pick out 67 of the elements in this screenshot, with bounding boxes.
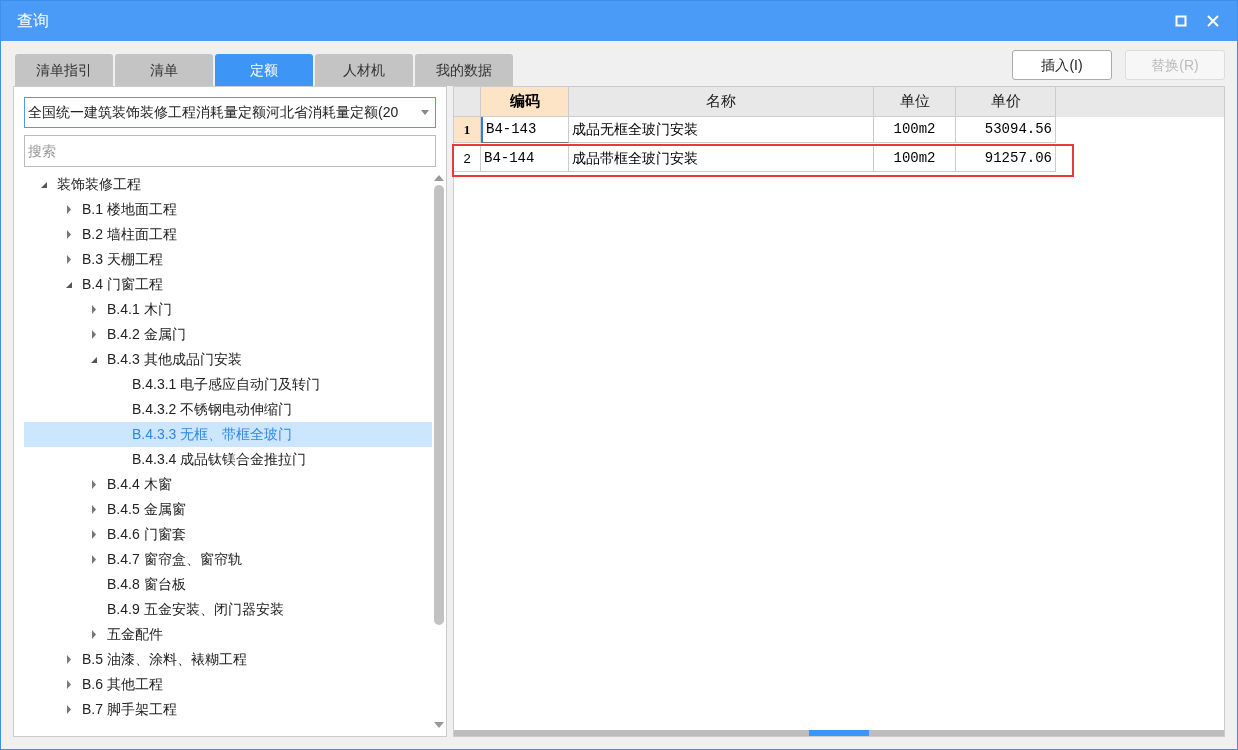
- table-row[interactable]: 1 B4-143 成品无框全玻门安装 100m2 53094.56: [454, 117, 1058, 145]
- collapsed-triangle-icon[interactable]: [91, 555, 97, 564]
- column-header[interactable]: 单价: [956, 87, 1056, 117]
- tree-item[interactable]: B.2 墙柱面工程: [24, 222, 432, 247]
- column-header[interactable]: 编码: [481, 87, 569, 117]
- table-cell: 53094.56: [956, 117, 1056, 143]
- tree-item[interactable]: B.5 油漆、涂料、裱糊工程: [24, 647, 432, 672]
- tree-item[interactable]: B.1 楼地面工程: [24, 197, 432, 222]
- expanded-triangle-icon[interactable]: [90, 355, 98, 364]
- action-button[interactable]: 插入(I): [1012, 50, 1112, 80]
- tree-item[interactable]: B.4.5 金属窗: [24, 497, 432, 522]
- row-number[interactable]: 1: [454, 117, 481, 143]
- tree-item[interactable]: B.4.8 窗台板: [24, 572, 432, 597]
- tree-item[interactable]: B.4.4 木窗: [24, 472, 432, 497]
- collapsed-triangle-icon[interactable]: [66, 255, 72, 264]
- scroll-up-arrow-icon[interactable]: [434, 175, 444, 181]
- table-cell: 成品带框全玻门安装: [569, 146, 874, 172]
- collapsed-triangle-icon[interactable]: [66, 230, 72, 239]
- dropdown-caret-icon[interactable]: [421, 110, 429, 115]
- highlighted-table-row[interactable]: 2 B4-144 成品带框全玻门安装 100m2 91257.06: [452, 144, 1074, 177]
- tree-item[interactable]: B.4.1 木门: [24, 297, 432, 322]
- tree-item[interactable]: 装饰装修工程: [24, 172, 432, 197]
- expanded-triangle-icon[interactable]: [40, 180, 48, 189]
- tab[interactable]: 人材机: [315, 54, 413, 86]
- collapsed-triangle-icon[interactable]: [66, 680, 72, 689]
- row-number[interactable]: 2: [454, 146, 481, 172]
- tree-item[interactable]: B.4.3.4 成品钛镁合金推拉门: [24, 447, 432, 472]
- close-icon[interactable]: [1207, 15, 1219, 27]
- table-cell: 100m2: [874, 117, 956, 143]
- tree-item[interactable]: B.4.6 门窗套: [24, 522, 432, 547]
- tree-item[interactable]: B.4.3 其他成品门安装: [24, 347, 432, 372]
- collapsed-triangle-icon[interactable]: [91, 305, 97, 314]
- maximize-icon[interactable]: [1175, 15, 1187, 27]
- tree-item[interactable]: B.6 其他工程: [24, 672, 432, 697]
- tab[interactable]: 清单指引: [15, 54, 113, 86]
- table-cell: 成品无框全玻门安装: [569, 117, 874, 143]
- library-dropdown[interactable]: 全国统一建筑装饰装修工程消耗量定额河北省消耗量定额(20: [24, 97, 436, 128]
- tree-item[interactable]: B.7 脚手架工程: [24, 697, 432, 722]
- table-cell: B4-143: [481, 117, 569, 143]
- tab[interactable]: 我的数据: [415, 54, 513, 86]
- collapsed-triangle-icon[interactable]: [91, 530, 97, 539]
- table-cell: 100m2: [874, 146, 956, 172]
- search-field[interactable]: 搜索: [24, 135, 436, 167]
- table-cell: B4-144: [481, 146, 569, 172]
- collapsed-triangle-icon[interactable]: [91, 330, 97, 339]
- table-cell: 91257.06: [956, 146, 1056, 172]
- collapsed-triangle-icon[interactable]: [91, 480, 97, 489]
- collapsed-triangle-icon[interactable]: [91, 630, 97, 639]
- horizontal-scrollbar[interactable]: [454, 730, 1224, 736]
- tree-item[interactable]: B.4.9 五金安装、闭门器安装: [24, 597, 432, 622]
- tree-item[interactable]: B.4.3.2 不锈钢电动伸缩门: [24, 397, 432, 422]
- scroll-down-arrow-icon[interactable]: [434, 722, 444, 728]
- collapsed-triangle-icon[interactable]: [66, 205, 72, 214]
- collapsed-triangle-icon[interactable]: [66, 655, 72, 664]
- expanded-triangle-icon[interactable]: [65, 280, 73, 289]
- tree-item[interactable]: B.3 天棚工程: [24, 247, 432, 272]
- tab[interactable]: 清单: [115, 54, 213, 86]
- column-header[interactable]: 名称: [569, 87, 874, 117]
- collapsed-triangle-icon[interactable]: [91, 505, 97, 514]
- column-header[interactable]: 单位: [874, 87, 956, 117]
- tree-item[interactable]: B.4.3.1 电子感应自动门及转门: [24, 372, 432, 397]
- window-title: 查询: [17, 11, 50, 31]
- tree-item[interactable]: B.4.7 窗帘盒、窗帘轨: [24, 547, 432, 572]
- tree-item[interactable]: B.4.2 金属门: [24, 322, 432, 347]
- tree-item[interactable]: 五金配件: [24, 622, 432, 647]
- tree-item[interactable]: B.4 门窗工程: [24, 272, 432, 297]
- collapsed-triangle-icon[interactable]: [66, 705, 72, 714]
